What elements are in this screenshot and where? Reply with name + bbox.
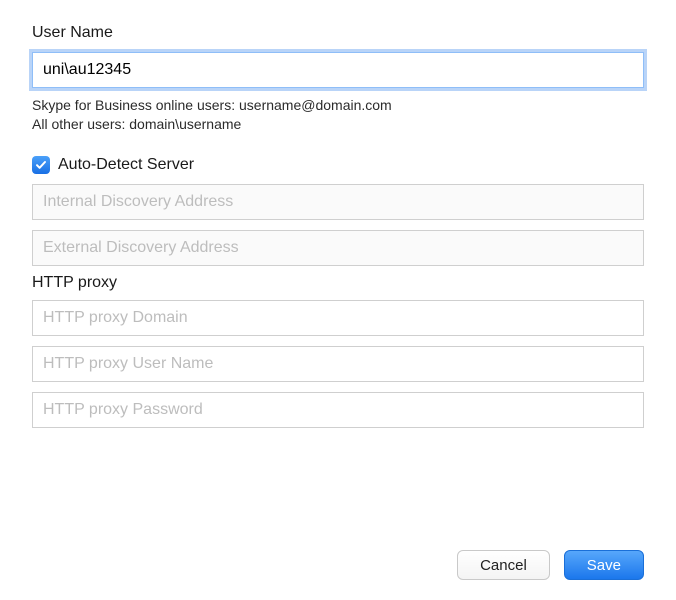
checkmark-icon: [32, 156, 50, 174]
username-hint-line2: All other users: domain\username: [32, 115, 644, 134]
auto-detect-row[interactable]: Auto-Detect Server: [32, 156, 644, 174]
cancel-button[interactable]: Cancel: [457, 550, 550, 580]
http-proxy-label: HTTP proxy: [32, 274, 644, 292]
internal-discovery-input[interactable]: [32, 184, 644, 220]
username-hint: Skype for Business online users: usernam…: [32, 96, 644, 134]
http-proxy-username-input[interactable]: [32, 346, 644, 382]
http-proxy-password-input[interactable]: [32, 392, 644, 428]
username-input[interactable]: [32, 52, 644, 88]
button-row: Cancel Save: [457, 550, 644, 580]
http-proxy-domain-input[interactable]: [32, 300, 644, 336]
username-hint-line1: Skype for Business online users: usernam…: [32, 96, 644, 115]
auto-detect-label: Auto-Detect Server: [58, 156, 194, 174]
external-discovery-input[interactable]: [32, 230, 644, 266]
username-label: User Name: [32, 24, 644, 42]
save-button[interactable]: Save: [564, 550, 644, 580]
